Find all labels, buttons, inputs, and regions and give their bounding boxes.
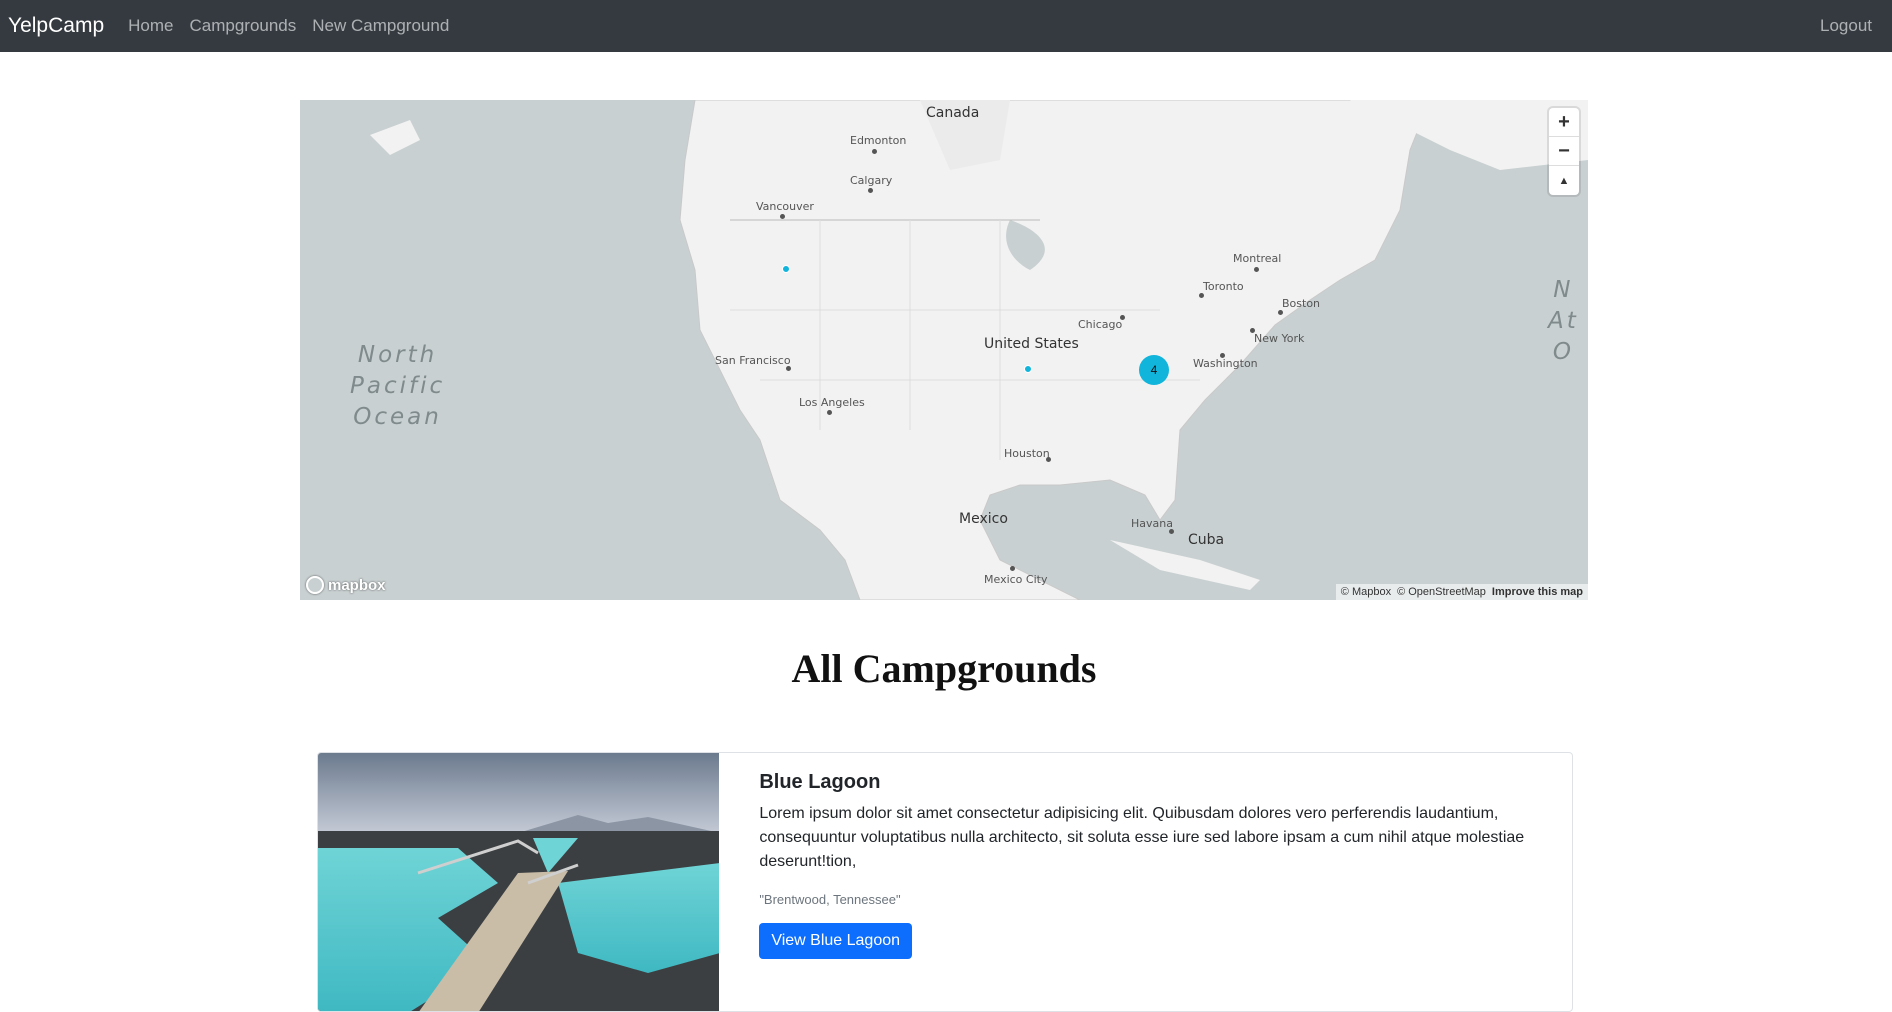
attribution-mapbox-link[interactable]: © Mapbox (1341, 586, 1391, 598)
campground-cluster[interactable]: 4 (1139, 355, 1169, 385)
campground-description: Lorem ipsum dolor sit amet consectetur a… (759, 805, 1525, 870)
map-land (370, 100, 1588, 600)
city-dot (872, 149, 877, 154)
ocean-label-atlantic: N At O (1548, 277, 1579, 365)
campground-card: Blue Lagoon Lorem ipsum dolor sit amet c… (317, 752, 1573, 1012)
city-label-mexico-city: Mexico City (984, 573, 1048, 586)
city-label-montreal: Montreal (1233, 252, 1282, 265)
city-dot (786, 366, 791, 371)
city-label-new-york: New York (1254, 332, 1305, 345)
city-dot (1010, 566, 1015, 571)
city-dot (780, 214, 785, 219)
city-label-vancouver: Vancouver (756, 200, 814, 213)
city-dot (1250, 328, 1255, 333)
nav-right: Logout (1820, 0, 1872, 52)
zoom-out-button[interactable]: − (1549, 137, 1579, 166)
mapbox-logo-icon (306, 576, 324, 594)
campground-image (318, 753, 720, 1011)
zoom-in-button[interactable]: + (1549, 108, 1579, 137)
country-label-canada: Canada (926, 105, 980, 121)
campground-card-body: Blue Lagoon Lorem ipsum dolor sit amet c… (719, 753, 1572, 1011)
mapbox-logo[interactable]: mapbox (306, 576, 386, 594)
campground-title: Blue Lagoon (759, 771, 881, 793)
city-label-los-angeles: Los Angeles (799, 396, 865, 409)
mapbox-logo-text: mapbox (328, 576, 386, 594)
city-label-calgary: Calgary (850, 174, 893, 187)
nav-new-campground-link[interactable]: New Campground (312, 16, 449, 36)
city-dot (1254, 267, 1259, 272)
city-dot (868, 188, 873, 193)
nav-campgrounds-link[interactable]: Campgrounds (189, 16, 296, 36)
brand-link[interactable]: YelpCamp (8, 14, 104, 38)
country-label-cuba: Cuba (1188, 532, 1225, 548)
city-label-toronto: Toronto (1203, 280, 1244, 293)
city-label-san-francisco: San Francisco (715, 354, 791, 367)
map-navigation-control: + − ▲ (1549, 108, 1579, 195)
compass-button[interactable]: ▲ (1549, 166, 1579, 195)
improve-map-link[interactable]: Improve this map (1492, 586, 1583, 598)
navbar: YelpCamp Home Campgrounds New Campground… (0, 0, 1892, 52)
city-label-havana: Havana (1131, 517, 1173, 530)
city-label-edmonton: Edmonton (850, 134, 907, 147)
city-dot (827, 410, 832, 415)
city-label-boston: Boston (1282, 297, 1321, 310)
campground-location: "Brentwood, Tennessee" (759, 892, 901, 907)
cluster-map[interactable]: North Pacific Ocean N At O Canada United Sta… (300, 100, 1588, 600)
city-dot (1169, 529, 1174, 534)
page-title: All Campgrounds (791, 646, 1097, 691)
view-campground-button[interactable]: View Blue Lagoon (759, 923, 913, 959)
ocean-label-pacific: North Pacific Ocean (350, 342, 446, 430)
country-label-united-states: United States (984, 336, 1079, 352)
attribution-osm-link[interactable]: © OpenStreetMap (1397, 586, 1486, 598)
city-dot (1278, 310, 1283, 315)
city-dot (1199, 293, 1204, 298)
city-label-houston: Houston (1004, 447, 1050, 460)
city-dot (1046, 457, 1051, 462)
campground-pin[interactable] (782, 265, 790, 273)
logout-link[interactable]: Logout (1820, 16, 1872, 36)
nav-home-link[interactable]: Home (128, 16, 173, 36)
map-attribution: © Mapbox © OpenStreetMap Improve this ma… (1335, 584, 1588, 600)
city-label-washington: Washington (1193, 357, 1258, 370)
country-label-mexico: Mexico (959, 511, 1008, 527)
campground-pin[interactable] (1024, 365, 1032, 373)
city-dot (1120, 315, 1125, 320)
city-dot (1220, 353, 1225, 358)
city-label-chicago: Chicago (1078, 318, 1123, 331)
